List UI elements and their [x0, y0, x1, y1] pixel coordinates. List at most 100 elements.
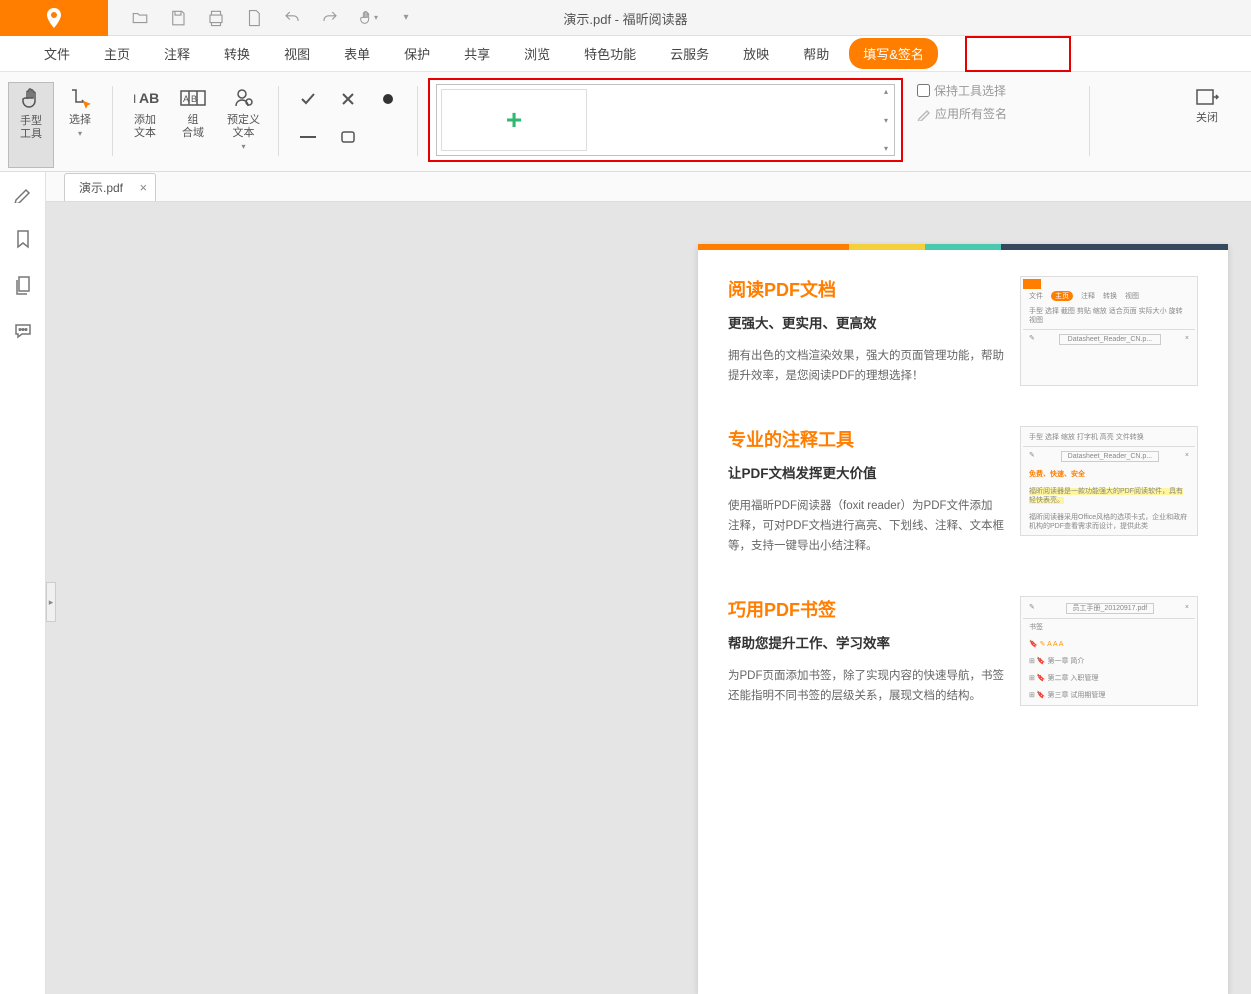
save-button[interactable] [168, 8, 188, 28]
document-tabs: 演示.pdf × [46, 172, 1251, 202]
signature-scroll: ▴ ▾ ▾ [880, 87, 892, 153]
scroll-up[interactable]: ▴ [884, 87, 888, 96]
sec3-thumb: ✎员工手册_20120917.pdf× 书签 🔖 ✎ A A A ⊞ 🔖 第一章… [1020, 596, 1198, 706]
doc-tab[interactable]: 演示.pdf × [64, 173, 156, 201]
sec3-body: 为PDF页面添加书签，除了实现内容的快速导航，书签还能指明不同书签的层级关系，展… [728, 666, 1004, 706]
add-text-icon: IAB [131, 84, 159, 112]
apply-all-check[interactable]: 应用所有签名 [917, 105, 1007, 122]
menu-protect[interactable]: 保护 [390, 38, 444, 69]
sec1-title: 阅读PDF文档 [728, 276, 1004, 302]
page-button[interactable] [244, 8, 264, 28]
x-mark[interactable] [339, 90, 357, 108]
predef-text-tool[interactable]: 预定义 文本 ▾ [219, 82, 268, 168]
sec2-thumb: 手型 选择 缩放 打字机 高亮 文件转换 ✎Datasheet_Reader_C… [1020, 426, 1198, 536]
scroll-expand[interactable]: ▾ [884, 144, 888, 153]
sidebar-bookmark[interactable] [12, 228, 34, 250]
pen-icon [917, 107, 931, 121]
separator [278, 86, 279, 156]
ribbon: 手型 工具 选择 ▾ IAB 添加 文本 AB 组 合域 预定义 文本 ▾ + [0, 72, 1251, 172]
combo-icon: AB [179, 84, 207, 112]
menu-help[interactable]: 帮助 [789, 38, 843, 69]
sec2-body: 使用福昕PDF阅读器（foxit reader）为PDF文件添加注释，可对PDF… [728, 496, 1004, 556]
sidebar-pencil[interactable] [12, 182, 34, 204]
window-title: 演示.pdf - 福昕阅读器 [563, 9, 687, 28]
menu-comment[interactable]: 注释 [150, 38, 204, 69]
svg-text:I: I [133, 92, 136, 106]
sec3-sub: 帮助您提升工作、学习效率 [728, 632, 1004, 652]
menubar: 文件 主页 注释 转换 视图 表单 保护 共享 浏览 特色功能 云服务 放映 帮… [0, 36, 1251, 72]
menu-share[interactable]: 共享 [450, 38, 504, 69]
close-label: 关闭 [1196, 112, 1218, 125]
sec3-title: 巧用PDF书签 [728, 596, 1004, 622]
select-tool[interactable]: 选择 ▾ [58, 82, 102, 168]
menu-features[interactable]: 特色功能 [570, 38, 650, 69]
pdf-page: 阅读PDF文档 更强大、更实用、更高效 拥有出色的文档渲染效果，强大的页面管理功… [698, 244, 1228, 994]
menu-form[interactable]: 表单 [330, 38, 384, 69]
sec2-sub: 让PDF文档发挥更大价值 [728, 462, 1004, 482]
section-read: 阅读PDF文档 更强大、更实用、更高效 拥有出色的文档渲染效果，强大的页面管理功… [698, 250, 1228, 400]
close-button[interactable]: 关闭 [1177, 82, 1237, 125]
sidebar-pages[interactable] [12, 274, 34, 296]
dot-mark[interactable] [379, 90, 397, 108]
menu-file[interactable]: 文件 [30, 38, 84, 69]
separator [112, 86, 113, 156]
redo-button[interactable] [320, 8, 340, 28]
menu-fill-sign[interactable]: 填写&签名 [849, 38, 938, 69]
open-button[interactable] [130, 8, 150, 28]
hand-icon [17, 85, 45, 113]
rect-mark[interactable] [339, 128, 357, 146]
app-logo[interactable] [0, 0, 108, 36]
hand-tool[interactable]: 手型 工具 [8, 82, 54, 168]
signature-options: 保持工具选择 应用所有签名 [907, 82, 1007, 122]
combo-tool[interactable]: AB 组 合域 [171, 82, 215, 168]
svg-text:B: B [191, 94, 197, 104]
keep-tool-check[interactable]: 保持工具选择 [917, 82, 1007, 99]
menu-view[interactable]: 视图 [270, 38, 324, 69]
sec1-body: 拥有出色的文档渲染效果，强大的页面管理功能，帮助提升效率，是您阅读PDF的理想选… [728, 346, 1004, 386]
menu-home[interactable]: 主页 [90, 38, 144, 69]
document-viewport[interactable]: ▸ 阅读PDF文档 更强大、更实用、更高效 拥有出色的文档渲染效果，强大的页面管… [46, 202, 1251, 994]
sidebar [0, 172, 46, 994]
add-text-label: 添加 文本 [134, 114, 156, 140]
menu-browse[interactable]: 浏览 [510, 38, 564, 69]
page-stripe [698, 244, 1228, 250]
sec1-thumb: 文件主页注释转换视图 手型 选择 截图 剪贴 缩放 适合页面 实际大小 旋转视图… [1020, 276, 1198, 386]
print-button[interactable] [206, 8, 226, 28]
predef-label: 预定义 文本 [227, 114, 260, 140]
svg-text:AB: AB [139, 90, 159, 106]
menu-play[interactable]: 放映 [729, 38, 783, 69]
foxit-logo-icon [42, 6, 66, 30]
sec1-sub: 更强大、更实用、更高效 [728, 312, 1004, 332]
left-expand-handle[interactable]: ▸ [46, 582, 56, 622]
menu-cloud[interactable]: 云服务 [656, 38, 723, 69]
add-text-tool[interactable]: IAB 添加 文本 [123, 82, 167, 168]
menu-convert[interactable]: 转换 [210, 38, 264, 69]
customize-qat[interactable]: ▾ [396, 8, 416, 28]
section-bookmark: 巧用PDF书签 帮助您提升工作、学习效率 为PDF页面添加书签，除了实现内容的快… [698, 570, 1228, 720]
line-mark[interactable] [299, 128, 317, 146]
scroll-down[interactable]: ▾ [884, 116, 888, 125]
close-icon [1193, 84, 1221, 112]
tab-label: 演示.pdf [79, 179, 123, 196]
tab-close[interactable]: × [139, 180, 147, 195]
svg-text:A: A [183, 94, 189, 104]
quick-toolbar: ▾ ▾ [108, 8, 416, 28]
hand-dropdown[interactable]: ▾ [358, 8, 378, 28]
select-label: 选择 [69, 114, 91, 127]
section-annotate: 专业的注释工具 让PDF文档发挥更大价值 使用福昕PDF阅读器（foxit re… [698, 400, 1228, 570]
select-icon [66, 84, 94, 112]
hand-label: 手型 工具 [20, 115, 42, 141]
separator [1089, 86, 1090, 156]
predef-icon [230, 84, 258, 112]
mark-tools [289, 82, 407, 154]
sidebar-comment[interactable] [12, 320, 34, 342]
check-mark[interactable] [299, 90, 317, 108]
signature-gallery-highlight: + ▴ ▾ ▾ [428, 78, 903, 162]
sec2-title: 专业的注释工具 [728, 426, 1004, 452]
undo-button[interactable] [282, 8, 302, 28]
separator [417, 86, 418, 156]
combo-label: 组 合域 [182, 114, 204, 140]
add-signature-button[interactable]: + [441, 89, 587, 151]
titlebar: ▾ ▾ 演示.pdf - 福昕阅读器 [0, 0, 1251, 36]
signature-gallery: + ▴ ▾ ▾ [436, 84, 895, 156]
